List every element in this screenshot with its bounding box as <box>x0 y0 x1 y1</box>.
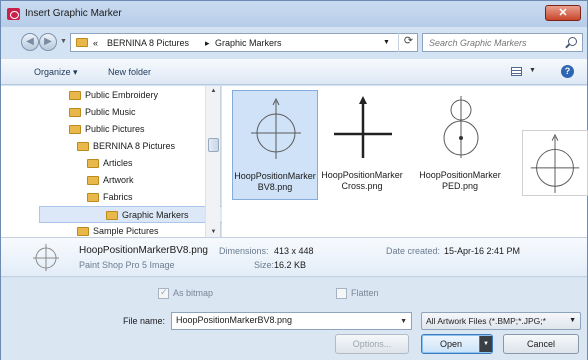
window-title: Insert Graphic Marker <box>25 8 122 19</box>
flatten-label: Flatten <box>351 288 379 298</box>
size-label: Size: <box>254 260 275 270</box>
file-name-label: HoopPositionMarkerCross.png <box>321 170 403 191</box>
dimensions-value: 413 x 448 <box>274 246 314 256</box>
scroll-thumb[interactable] <box>208 138 219 152</box>
file-name-combobox[interactable]: ▼ <box>171 312 412 330</box>
size-value: 16.2 KB <box>274 260 307 270</box>
folder-icon <box>87 176 99 185</box>
address-bar[interactable]: « BERNINA 8 Pictures ▸ Graphic Markers ▼ <box>70 33 418 52</box>
file-list: HoopPositionMarkerBV8.png HoopPositionMar… <box>222 86 588 237</box>
folder-icon <box>69 108 81 117</box>
file-thumbnail <box>443 96 479 158</box>
navigation-pane: Public Embroidery Public Music Public Pict… <box>1 86 223 237</box>
detail-file-name: HoopPositionMarkerBV8.png <box>79 245 208 256</box>
new-folder-button[interactable]: New folder <box>108 67 151 77</box>
date-created-value: 15-Apr-16 2:41 PM <box>444 246 521 256</box>
detail-file-type: Paint Shop Pro 5 Image <box>79 260 175 270</box>
breadcrumb-bernina-8-pictures[interactable]: BERNINA 8 Pictures <box>107 38 189 48</box>
tree-item-label: Artwork <box>103 175 134 185</box>
as-bitmap-label: As bitmap <box>173 288 214 298</box>
file-name-label: HoopPositionMarkerBV8.png <box>234 171 316 192</box>
search-icon[interactable] <box>568 37 577 46</box>
command-toolbar: Organize ▾ New folder ▼ ? <box>1 59 587 85</box>
file-tile[interactable]: HoopPositionMarkerPED.png <box>418 90 504 200</box>
breadcrumb-overflow[interactable]: « <box>93 38 98 48</box>
refresh-button[interactable]: ⟳ <box>398 33 418 52</box>
organize-menu[interactable]: Organize ▾ <box>34 67 78 78</box>
refresh-icon: ⟳ <box>403 35 414 47</box>
folder-icon <box>87 193 99 202</box>
open-button[interactable]: Open ▼ <box>421 334 493 354</box>
file-tile[interactable] <box>512 126 588 236</box>
folder-icon <box>76 38 88 47</box>
tree-item-label: Public Music <box>85 107 136 117</box>
file-type-dropdown-icon[interactable]: ▼ <box>569 313 576 329</box>
change-view-icon[interactable] <box>511 67 522 76</box>
tree-item-label: Public Embroidery <box>85 90 159 100</box>
search-box[interactable] <box>422 33 583 52</box>
tree-item-label: Fabrics <box>103 192 133 202</box>
app-icon <box>7 8 20 20</box>
dimensions-label: Dimensions: <box>219 246 269 256</box>
folder-icon <box>106 211 118 220</box>
preview-thumbnail <box>33 244 59 271</box>
file-tile[interactable]: HoopPositionMarkerCross.png <box>320 90 406 200</box>
details-pane: HoopPositionMarkerBV8.png Paint Shop Pro… <box>1 237 587 277</box>
help-icon[interactable]: ? <box>561 65 574 78</box>
forward-arrow-icon: ▶ <box>44 36 52 47</box>
tree-item-label: Articles <box>103 158 133 168</box>
file-type-filter[interactable]: All Artwork Files (*.BMP;*.JPG;* ▼ <box>421 312 581 330</box>
as-bitmap-checkbox[interactable] <box>158 287 169 299</box>
breadcrumb-separator[interactable]: ▸ <box>205 38 210 49</box>
file-thumbnail <box>251 97 301 159</box>
tree-item-label: Public Pictures <box>85 124 145 134</box>
forward-button[interactable]: ▶ <box>39 33 57 51</box>
breadcrumb-graphic-markers[interactable]: Graphic Markers <box>215 38 282 48</box>
file-thumbnail <box>522 130 588 196</box>
navigation-scrollbar[interactable]: ▲ ▼ <box>205 86 220 237</box>
folder-icon <box>77 227 89 236</box>
scroll-up-icon[interactable]: ▲ <box>206 88 221 94</box>
close-button[interactable]: ✕ <box>545 5 581 21</box>
file-thumbnail <box>334 96 392 158</box>
scroll-down-icon[interactable]: ▼ <box>206 229 221 235</box>
options-button[interactable]: Options... <box>335 334 409 354</box>
file-name-input[interactable] <box>176 315 396 325</box>
tree-item-label: Sample Pictures <box>93 226 159 236</box>
file-type-filter-value: All Artwork Files (*.BMP;*.JPG;* <box>426 316 546 326</box>
back-arrow-icon: ◀ <box>26 36 34 47</box>
back-button[interactable]: ◀ <box>21 33 39 51</box>
folder-icon <box>77 142 89 151</box>
cancel-button[interactable]: Cancel <box>503 334 579 354</box>
dialog-footer: As bitmap Flatten File name: ▼ All Artwo… <box>1 278 587 360</box>
tree-item-label: BERNINA 8 Pictures <box>93 141 176 151</box>
folder-icon <box>69 125 81 134</box>
address-row: ◀ ▶ ▼ « BERNINA 8 Pictures ▸ Graphic Mar… <box>1 27 587 57</box>
search-input[interactable] <box>429 35 569 51</box>
file-name-dropdown-icon[interactable]: ▼ <box>400 318 407 325</box>
tree-item-label: Graphic Markers <box>122 210 189 220</box>
flatten-checkbox[interactable] <box>336 288 347 299</box>
file-tile[interactable]: HoopPositionMarkerBV8.png <box>232 90 318 200</box>
recent-pages-dropdown[interactable]: ▼ <box>60 38 67 45</box>
address-dropdown-icon[interactable]: ▼ <box>383 39 390 46</box>
date-created-label: Date created: <box>386 246 441 256</box>
folder-icon <box>87 159 99 168</box>
open-button-label: Open <box>439 339 463 349</box>
title-bar: Insert Graphic Marker ✕ <box>1 1 587 27</box>
insert-graphic-marker-dialog: Insert Graphic Marker ✕ ◀ ▶ ▼ « BERNINA … <box>0 0 588 360</box>
file-name-label: HoopPositionMarkerPED.png <box>419 170 501 191</box>
view-options-arrow[interactable]: ▼ <box>529 67 536 74</box>
folder-icon <box>69 91 81 100</box>
open-options-dropdown-icon[interactable]: ▼ <box>479 336 492 352</box>
tree-item[interactable]: Graphic Markers <box>39 206 223 223</box>
file-name-label: File name: <box>123 316 166 326</box>
